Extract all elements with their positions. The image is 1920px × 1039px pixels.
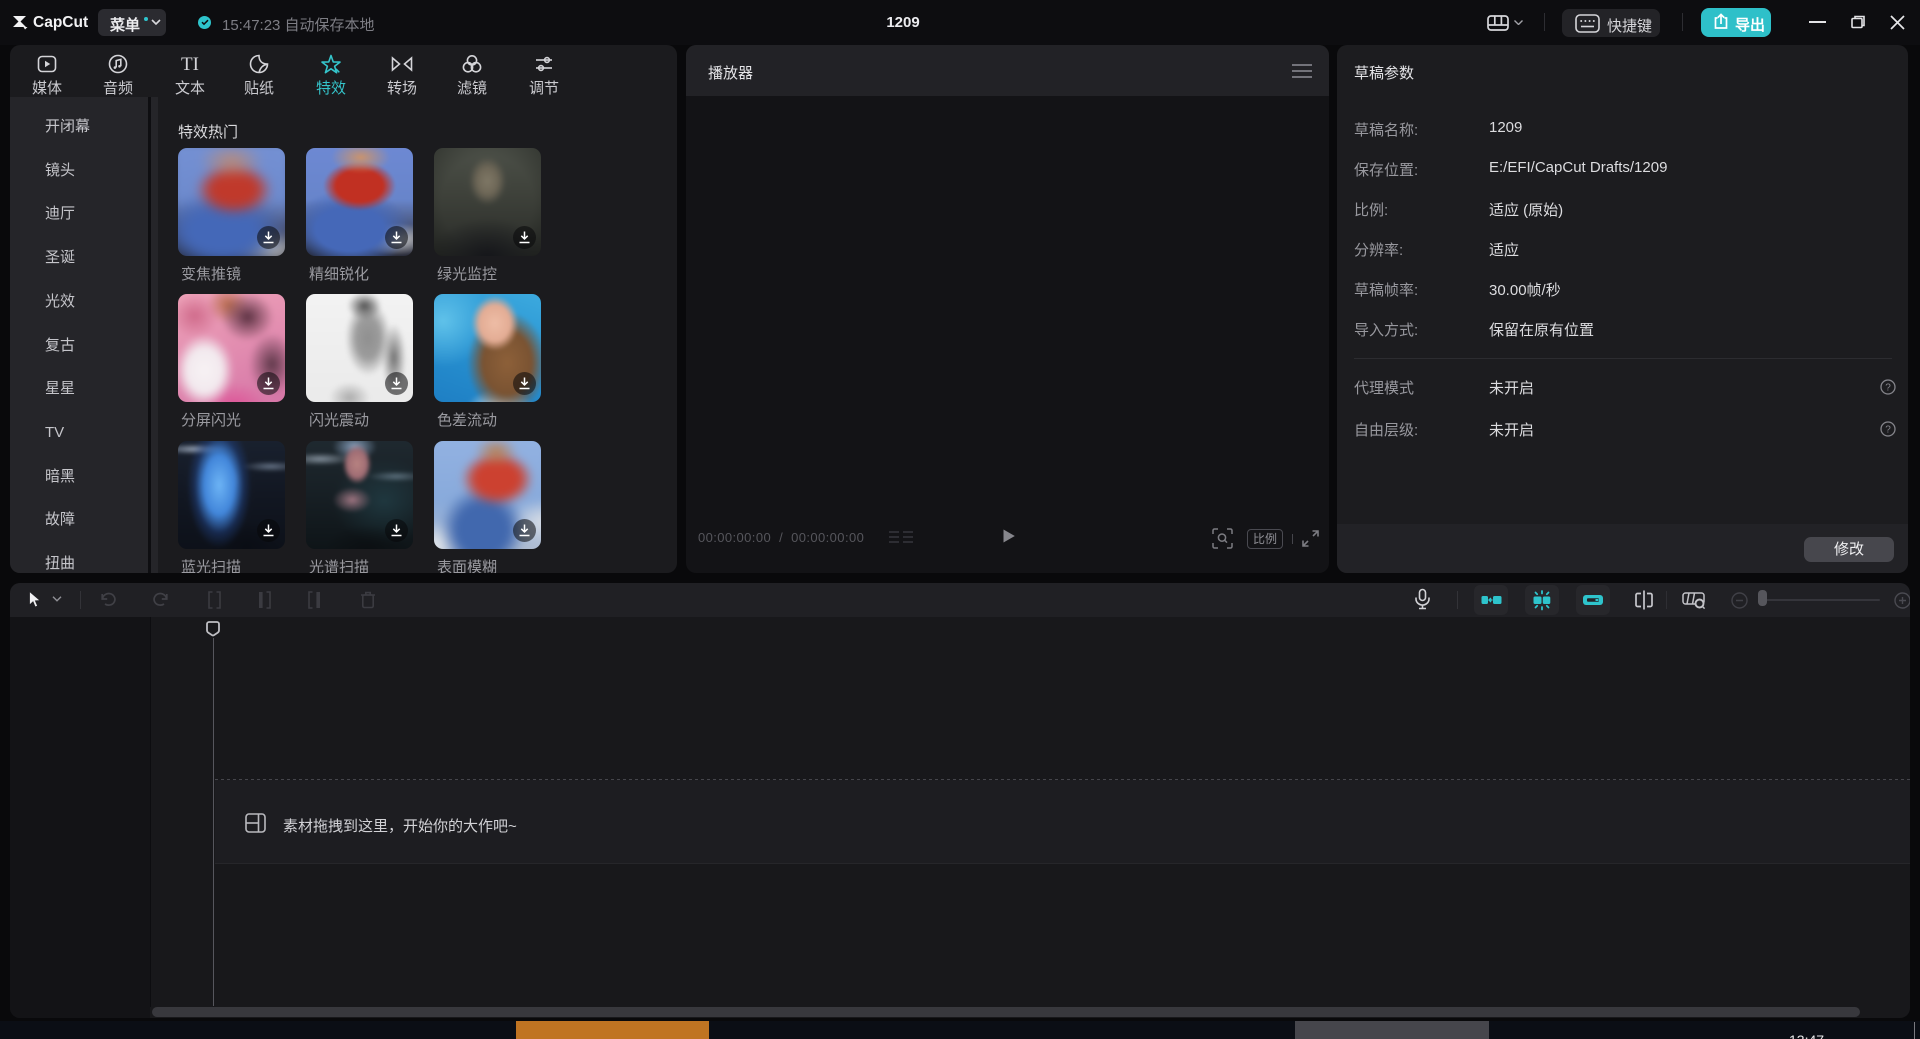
svg-text:?: ? [1885, 425, 1891, 436]
svg-text:TI: TI [181, 54, 199, 75]
svg-text:?: ? [1885, 383, 1891, 394]
